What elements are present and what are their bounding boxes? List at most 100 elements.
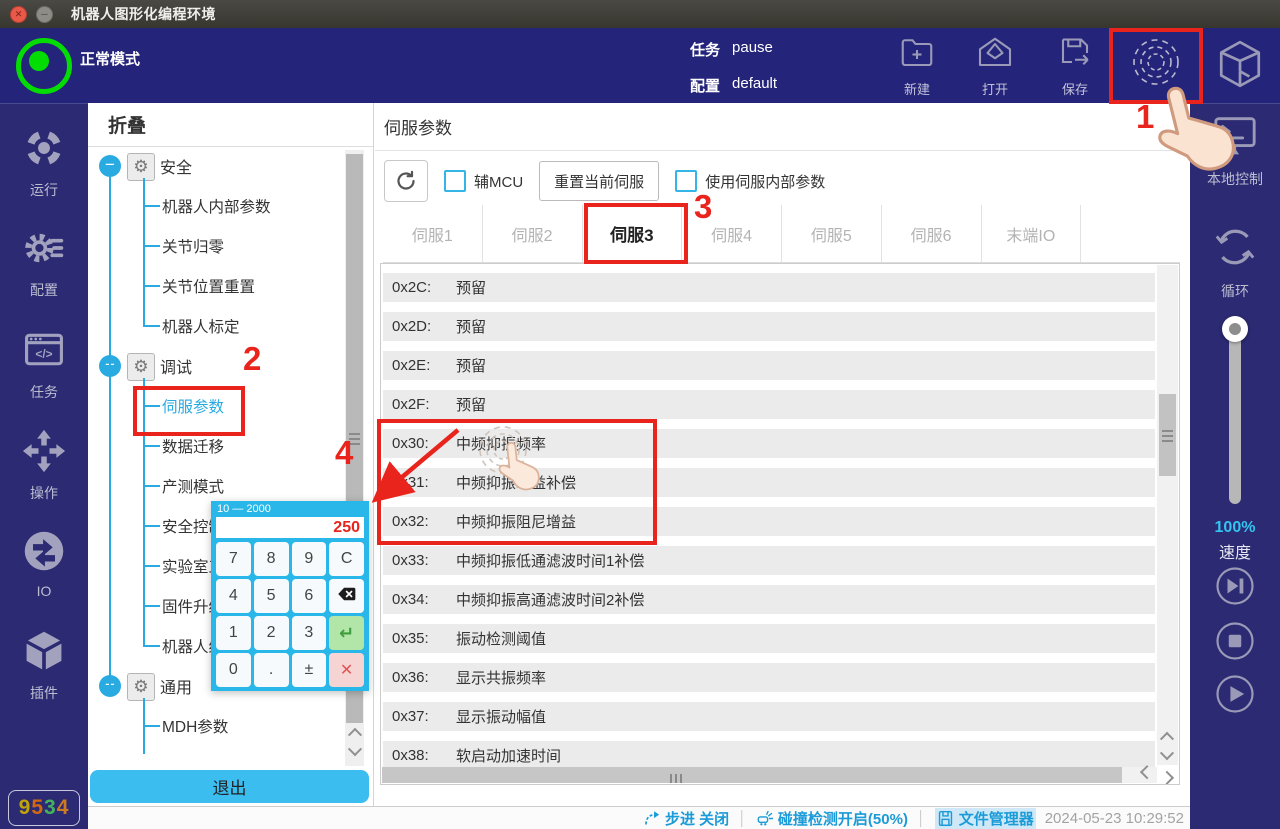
keypad-key-7[interactable]: 7 (216, 542, 251, 576)
loop-button[interactable]: 循环 (1190, 224, 1280, 301)
collapse-icon[interactable]: − (99, 155, 121, 177)
tab-伺服4[interactable]: 伺服4 (681, 205, 781, 262)
step-icon (643, 810, 660, 827)
table-horizontal-scrollbar[interactable] (382, 767, 1157, 783)
exit-button[interactable]: 退出 (90, 770, 369, 803)
keypad-key-.[interactable]: . (254, 653, 289, 687)
tree-group-安全[interactable]: − ⚙ 安全 (88, 146, 344, 186)
keypad-key-4[interactable]: 4 (216, 579, 251, 613)
keypad-key-5[interactable]: 5 (254, 579, 289, 613)
use-internal-checkbox-group: 使用伺服内部参数 (675, 170, 825, 192)
collision-detect-toggle[interactable]: 碰撞检测开启(50%) (756, 808, 908, 829)
minimize-icon[interactable]: ─ (36, 6, 53, 23)
sidebar-item-plugin[interactable]: 插件 (0, 629, 88, 707)
param-row-0x34[interactable]: 0x34:中频抑振高通滤波时间2补偿 (383, 585, 1155, 614)
keypad-key-enter[interactable]: ↵ (329, 616, 364, 650)
top-header: 正常模式 任务 pause 配置 default 新建打开保存 (0, 28, 1280, 103)
tree-item-数据迁移[interactable]: 数据迁移 (88, 426, 344, 466)
stop-button[interactable] (1215, 621, 1255, 661)
param-row-0x30[interactable]: 0x30:中频抑振频率 (383, 429, 1155, 458)
param-row-0x33[interactable]: 0x33:中频抑振低通滤波时间1补偿 (383, 546, 1155, 575)
use-internal-checkbox[interactable] (675, 170, 697, 192)
table-vscroll-thumb[interactable] (1159, 394, 1176, 476)
keypad-key-9[interactable]: 9 (292, 542, 327, 576)
keypad-key-cancel[interactable]: ✕ (329, 653, 364, 687)
tree-item-伺服参数[interactable]: 伺服参数 (88, 386, 344, 426)
param-row-0x31[interactable]: 0x31:中频抑振增益补偿 (383, 468, 1155, 497)
numeric-keypad-popup: 10 — 2000 250 789C456123↵0.±✕ (211, 501, 369, 691)
keypad-key-3[interactable]: 3 (292, 616, 327, 650)
step-mode-toggle[interactable]: 步进 关闭 (643, 808, 729, 829)
sidebar-item-io[interactable]: IO (0, 529, 88, 607)
tab-伺服1[interactable]: 伺服1 (383, 205, 482, 262)
loop-icon (1212, 224, 1258, 275)
table-vertical-scrollbar[interactable] (1157, 265, 1178, 765)
keypad-key-clear[interactable]: C (329, 542, 364, 576)
local-control-button[interactable]: 本地控制 (1190, 112, 1280, 189)
step-forward-button[interactable] (1215, 566, 1255, 606)
file-manager-button[interactable]: 文件管理器 (935, 808, 1036, 829)
speed-slider-track[interactable] (1229, 326, 1241, 504)
keypad-key-1[interactable]: 1 (216, 616, 251, 650)
tab-伺服5[interactable]: 伺服5 (781, 205, 881, 262)
tree-scroll-down-button[interactable] (345, 743, 364, 761)
param-row-0x37[interactable]: 0x37:显示振动幅值 (383, 702, 1155, 731)
table-scroll-up-button[interactable] (1157, 727, 1176, 745)
terminal-icon (1212, 112, 1258, 163)
refresh-button[interactable] (384, 160, 428, 202)
tree-item-关节归零[interactable]: 关节归零 (88, 226, 344, 266)
table-scroll-right-button[interactable] (1160, 771, 1174, 785)
tree-scroll-up-button[interactable] (345, 723, 364, 741)
speed-slider-handle[interactable] (1222, 316, 1248, 342)
table-scroll-left-button[interactable] (1140, 765, 1154, 779)
keypad-key-0[interactable]: 0 (216, 653, 251, 687)
tab-伺服6[interactable]: 伺服6 (881, 205, 981, 262)
keypad-value-input[interactable]: 250 (216, 517, 364, 538)
tree-item-机器人标定[interactable]: 机器人标定 (88, 306, 344, 346)
3d-view-button[interactable] (1212, 36, 1268, 92)
operate-icon (22, 429, 66, 478)
tab-末端IO[interactable]: 末端IO (981, 205, 1081, 262)
tree-connector (143, 245, 160, 247)
sidebar-item-run[interactable]: 运行 (0, 126, 88, 204)
keypad-key-8[interactable]: 8 (254, 542, 289, 576)
param-row-0x32[interactable]: 0x32:中频抑振阻尼增益 (383, 507, 1155, 536)
tree-trunk-line (109, 177, 111, 686)
tree-item-MDH参数[interactable]: MDH参数 (88, 706, 344, 746)
tree-item-产测模式[interactable]: 产测模式 (88, 466, 344, 506)
new-button[interactable]: 新建 (885, 32, 949, 100)
sidebar-item-operate[interactable]: 操作 (0, 429, 88, 507)
keypad-key-±[interactable]: ± (292, 653, 327, 687)
tab-伺服2[interactable]: 伺服2 (482, 205, 582, 262)
param-row-0x35[interactable]: 0x35:振动检测阈值 (383, 624, 1155, 653)
sidebar-item-config[interactable]: 配置 (0, 226, 88, 304)
param-row-0x2D[interactable]: 0x2D:预留 (383, 312, 1155, 341)
tab-伺服3[interactable]: 伺服3 (582, 205, 682, 262)
tree-item-关节位置重置[interactable]: 关节位置重置 (88, 266, 344, 306)
tree-item-机器人内部参数[interactable]: 机器人内部参数 (88, 186, 344, 226)
param-row-0x38[interactable]: 0x38:软启动加速时间 (383, 741, 1155, 770)
table-hscroll-thumb[interactable] (382, 767, 1122, 783)
aux-mcu-checkbox[interactable] (444, 170, 466, 192)
tree-connector (143, 525, 160, 527)
tree-connector (143, 325, 160, 327)
sidebar-item-task[interactable]: </>任务 (0, 328, 88, 406)
param-row-0x2E[interactable]: 0x2E:预留 (383, 351, 1155, 380)
param-row-0x2C[interactable]: 0x2C:预留 (383, 273, 1155, 302)
save-button[interactable]: 保存 (1043, 32, 1107, 100)
config-icon (22, 226, 66, 275)
play-button[interactable] (1215, 674, 1255, 714)
keypad-key-6[interactable]: 6 (292, 579, 327, 613)
param-row-0x36[interactable]: 0x36:显示共振频率 (383, 663, 1155, 692)
tree-group-调试[interactable]: − ⚙ 调试 (88, 346, 344, 386)
tree-header[interactable]: 折叠 (88, 103, 373, 147)
reset-servo-button[interactable]: 重置当前伺服 (539, 161, 659, 201)
keypad-key-backspace[interactable] (329, 579, 364, 613)
table-scroll-down-button[interactable] (1157, 747, 1176, 765)
open-button[interactable]: 打开 (963, 32, 1027, 100)
param-name: 显示振动幅值 (456, 706, 546, 727)
touch-mode-button[interactable] (1113, 30, 1199, 98)
keypad-key-2[interactable]: 2 (254, 616, 289, 650)
param-row-0x2F[interactable]: 0x2F:预留 (383, 390, 1155, 419)
close-icon[interactable]: ✕ (10, 6, 27, 23)
